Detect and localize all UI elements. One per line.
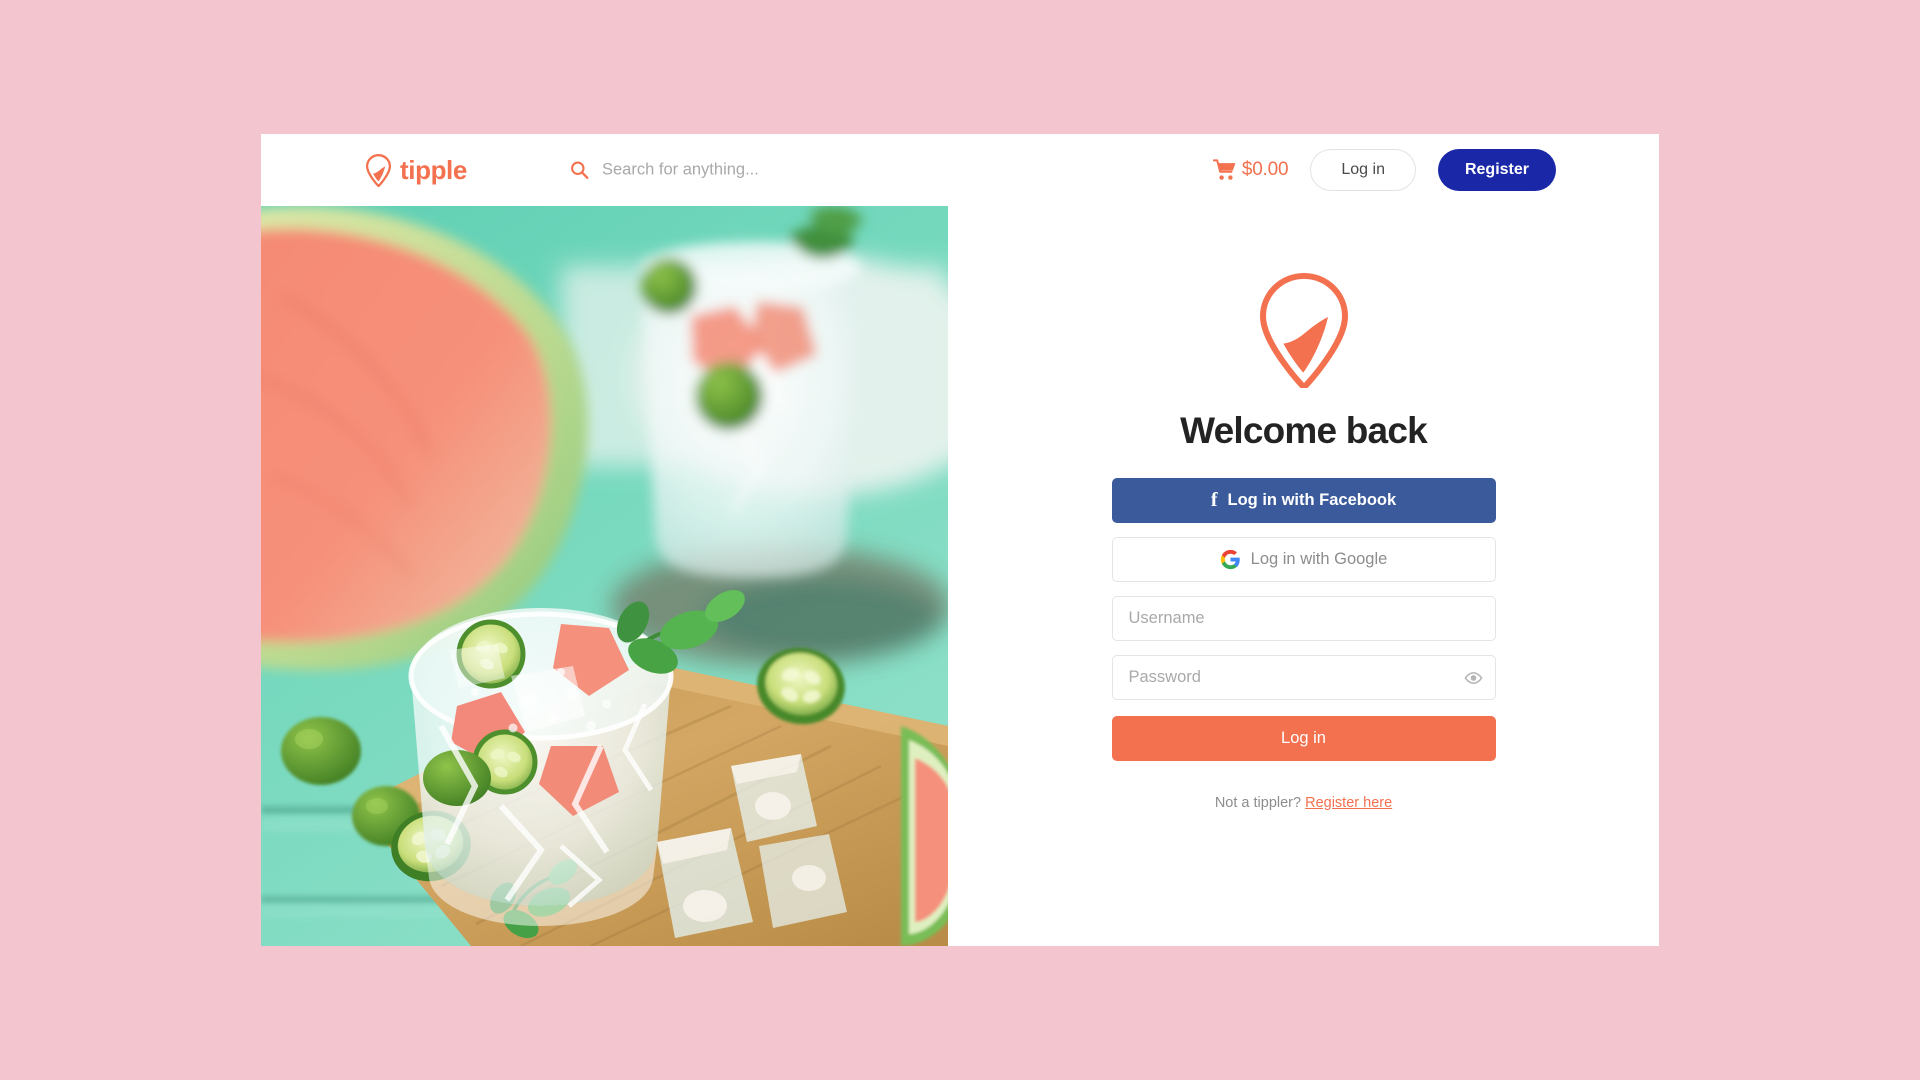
google-login-button[interactable]: Log in with Google: [1111, 537, 1496, 582]
password-input[interactable]: [1111, 655, 1496, 700]
page-body: Welcome back f Log in with Facebook Log …: [261, 206, 1659, 946]
tipple-pin-icon: [1255, 270, 1353, 388]
register-prompt: Not a tippler? Register here: [1112, 795, 1496, 811]
login-form: f Log in with Facebook Log in with Googl…: [1111, 478, 1496, 811]
brand-logo-text: tipple: [400, 155, 467, 185]
brand-logo[interactable]: tipple: [364, 153, 467, 187]
cart-total: $0.00: [1241, 159, 1289, 180]
search-icon: [570, 161, 589, 180]
login-submit-button[interactable]: Log in: [1111, 716, 1496, 761]
google-icon: [1220, 549, 1241, 570]
search-bar[interactable]: [570, 158, 1000, 182]
header-register-button[interactable]: Register: [1437, 149, 1556, 191]
facebook-login-button[interactable]: f Log in with Facebook: [1111, 478, 1496, 523]
header-login-button[interactable]: Log in: [1310, 149, 1416, 191]
username-field-wrapper: [1111, 596, 1496, 641]
cart-button[interactable]: $0.00: [1212, 159, 1289, 181]
hero-image: [261, 206, 948, 946]
toggle-password-visibility-button[interactable]: [1463, 668, 1483, 687]
password-field-wrapper: [1111, 655, 1496, 700]
tipple-pin-icon: [364, 153, 393, 187]
eye-icon: [1463, 668, 1483, 687]
search-input[interactable]: [602, 158, 1000, 182]
shopping-cart-icon: [1212, 159, 1237, 181]
page-title: Welcome back: [1180, 410, 1428, 451]
register-prompt-text: Not a tippler?: [1214, 795, 1302, 811]
google-login-label: Log in with Google: [1250, 550, 1388, 569]
site-header: tipple $0: [261, 134, 1659, 206]
app-card: tipple $0: [261, 134, 1659, 946]
register-here-link[interactable]: Register here: [1305, 795, 1392, 811]
login-panel: Welcome back f Log in with Facebook Log …: [948, 206, 1659, 946]
facebook-icon: f: [1210, 488, 1218, 511]
username-input[interactable]: [1111, 596, 1496, 641]
header-actions: $0.00 Log in Register: [1212, 149, 1556, 191]
facebook-login-label: Log in with Facebook: [1227, 491, 1397, 510]
